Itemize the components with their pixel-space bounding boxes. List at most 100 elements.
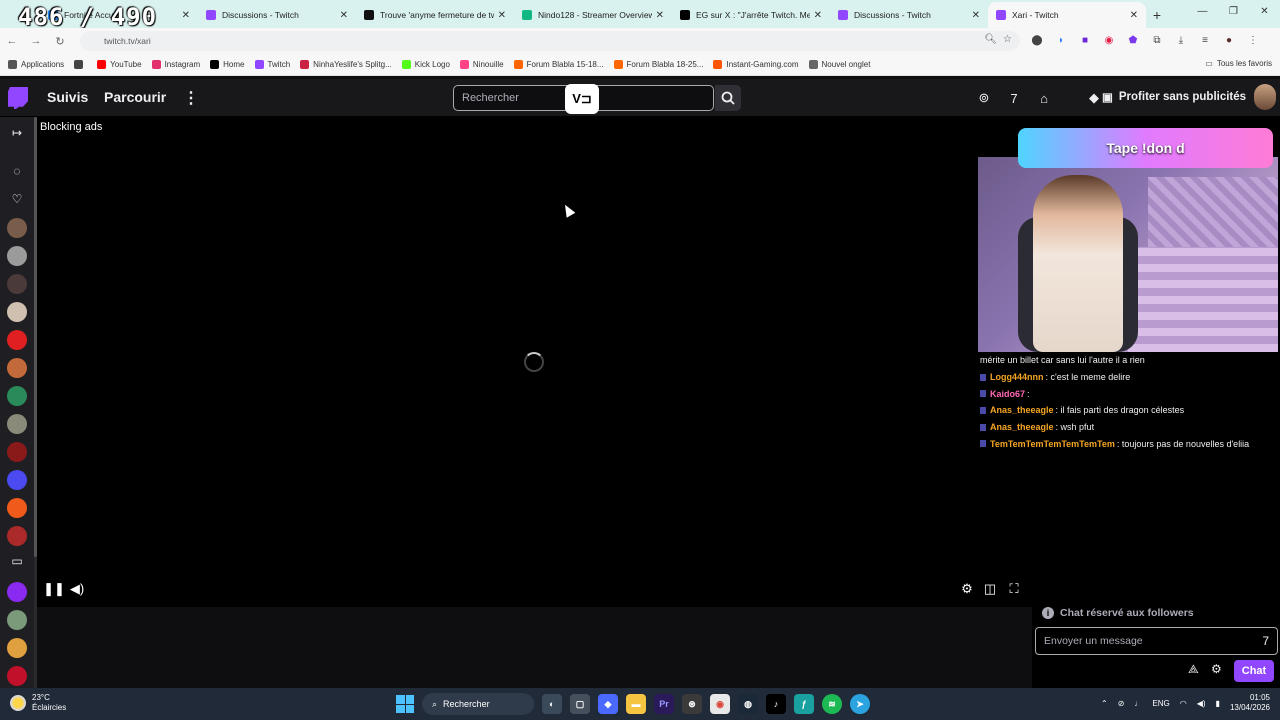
all-favorites[interactable]: ▭ Tous les favoris [1205, 59, 1272, 68]
bits-icon[interactable]: ◆ [1085, 90, 1103, 106]
channel-avatar[interactable] [7, 386, 27, 406]
mic-icon[interactable]: ♩ [1134, 699, 1142, 708]
volume-icon[interactable]: ◀) [1197, 699, 1206, 708]
ad-free-button[interactable]: ▣ Profiter sans publicités [1102, 90, 1246, 104]
bookmark-item[interactable]: Ninouille [459, 60, 504, 69]
close-tab-icon[interactable]: ✕ [498, 10, 506, 21]
copilot-icon[interactable]: ◆ [598, 694, 618, 714]
channel-avatar[interactable] [7, 274, 27, 294]
expand-sidebar-icon[interactable]: ↦ [7, 123, 27, 143]
nav-followed[interactable]: Suivis [47, 89, 88, 105]
battery-icon[interactable]: ▮ [1216, 699, 1220, 708]
extension-icon[interactable]: ⬟ [1126, 33, 1140, 47]
chat-username[interactable]: Kaido67 [990, 389, 1025, 399]
channel-avatar[interactable] [7, 470, 27, 490]
channel-avatar[interactable] [7, 218, 27, 238]
new-tab-button[interactable]: + [1146, 2, 1168, 28]
channel-avatar[interactable] [7, 330, 27, 350]
chrome-icon[interactable]: ◉ [710, 694, 730, 714]
spotify-icon[interactable]: ≋ [822, 694, 842, 714]
chat-message-input[interactable]: Envoyer un message 7 [1035, 627, 1278, 655]
bookmark-item[interactable]: Instant-Gaming.com [713, 60, 799, 69]
task-view-icon[interactable]: ▢ [570, 694, 590, 714]
extension-icon[interactable]: ◉ [1102, 33, 1116, 47]
bookmark-item[interactable] [74, 60, 87, 69]
browser-tab[interactable]: Discussions - Twitch ✕ [830, 2, 988, 28]
maximize-icon[interactable]: ❐ [1218, 0, 1249, 24]
weather-widget[interactable]: 23°C Éclaircies [10, 693, 66, 713]
video-player[interactable]: Blocking ads ❚❚ ◀) ⚙ ◫ ⛶ [37, 117, 1032, 607]
settings-icon[interactable]: ⚙ [959, 581, 975, 597]
channel-avatar[interactable] [7, 358, 27, 378]
channel-avatar[interactable] [7, 442, 27, 462]
taskbar-search[interactable]: ⌕ Rechercher [422, 693, 534, 715]
bookmark-item[interactable]: Home [210, 60, 245, 69]
emote-icon[interactable]: 7 [1262, 634, 1269, 648]
media-icon[interactable]: ≡ [1198, 33, 1212, 47]
telegram-icon[interactable]: ➤ [850, 694, 870, 714]
bits-chat-icon[interactable]: ⟁ [1188, 662, 1199, 677]
browser-tab[interactable]: Nindo128 - Streamer Overview ✕ [514, 2, 672, 28]
channel-avatar[interactable] [7, 414, 27, 434]
close-tab-icon[interactable]: ✕ [182, 10, 190, 21]
extension-icon[interactable]: ■ [1078, 33, 1092, 47]
clock[interactable]: 01:05 13/04/2026 [1230, 693, 1270, 713]
app-icon[interactable]: ⊛ [682, 694, 702, 714]
profile-icon[interactable]: ● [1222, 33, 1236, 47]
extension-icon[interactable]: ◗ [1054, 33, 1068, 47]
channel-avatar[interactable] [7, 582, 27, 602]
close-window-icon[interactable]: ✕ [1249, 0, 1280, 24]
inbox-icon[interactable]: ⌂ [1035, 90, 1053, 106]
channel-avatar[interactable] [7, 526, 27, 546]
extension-icon[interactable]: ⬤ [1030, 33, 1044, 47]
channel-avatar[interactable] [7, 498, 27, 518]
stream-icon[interactable]: ◌ [7, 161, 27, 181]
bookmark-item[interactable]: Forum Blabla 18-25... [613, 60, 703, 69]
chevron-up-icon[interactable]: ⌃ [1101, 699, 1108, 708]
bookmark-item[interactable]: Nouvel onglet [808, 60, 870, 69]
reload-icon[interactable]: ↻ [48, 35, 72, 48]
no-mic-icon[interactable]: ⊘ [1118, 699, 1125, 708]
close-tab-icon[interactable]: ✕ [814, 10, 822, 21]
forward-icon[interactable]: → [24, 35, 48, 47]
channel-avatar[interactable] [7, 638, 27, 658]
back-icon[interactable]: ← [0, 35, 24, 47]
chat-username[interactable]: Anas_theeagle [990, 405, 1054, 415]
bookmark-item[interactable]: YouTube [97, 60, 142, 69]
start-icon[interactable] [396, 695, 414, 713]
url-field[interactable]: twitch.tv/xari 🔍︎ ☆ [80, 31, 1020, 51]
chat-username[interactable]: TemTemTemTemTemTemTem [990, 439, 1115, 449]
file-explorer-icon[interactable]: ▬ [626, 694, 646, 714]
menu-icon[interactable]: ⋮ [1246, 33, 1260, 47]
channel-avatar[interactable] [7, 246, 27, 266]
language-indicator[interactable]: ENG [1152, 699, 1169, 708]
chat-settings-icon[interactable]: ⚙ [1211, 662, 1222, 676]
close-tab-icon[interactable]: ✕ [972, 10, 980, 21]
chat-username[interactable]: Anas_theeagle [990, 422, 1054, 432]
bookmark-item[interactable]: Applications [8, 60, 64, 69]
channel-avatar[interactable] [7, 666, 27, 686]
channel-avatar[interactable] [7, 610, 27, 630]
user-avatar[interactable] [1254, 84, 1276, 110]
volume-icon[interactable]: ◀) [69, 581, 85, 597]
close-tab-icon[interactable]: ✕ [656, 10, 664, 21]
browser-tab[interactable]: Trouve 'anyme fermeture de twitch' ✕ [356, 2, 514, 28]
puzzle-icon[interactable]: ⧉ [1150, 33, 1164, 47]
extension-7tv-icon[interactable]: 7 [1005, 90, 1023, 106]
heart-icon[interactable]: ♡ [7, 189, 27, 209]
theatre-mode-icon[interactable]: ◫ [982, 581, 998, 597]
bookmark-item[interactable]: Kick Logo [401, 60, 450, 69]
twitch-logo-icon[interactable] [8, 87, 28, 109]
chat-send-button[interactable]: Chat [1234, 660, 1274, 682]
premiere-icon[interactable]: Pr [654, 694, 674, 714]
zoom-icon[interactable]: 🔍︎ [984, 34, 997, 45]
channel-avatar[interactable] [7, 302, 27, 322]
widget-app-icon[interactable]: ◐ [542, 694, 562, 714]
download-icon[interactable]: ⤓ [1174, 33, 1188, 47]
pause-icon[interactable]: ❚❚ [43, 581, 65, 597]
bookmark-item[interactable]: Twitch [254, 60, 290, 69]
minimize-icon[interactable]: — [1187, 0, 1218, 24]
tiktok-icon[interactable]: ♪ [766, 694, 786, 714]
wifi-icon[interactable]: ◠ [1180, 699, 1187, 708]
browser-tab[interactable]: Xari - Twitch ✕ [988, 2, 1146, 28]
